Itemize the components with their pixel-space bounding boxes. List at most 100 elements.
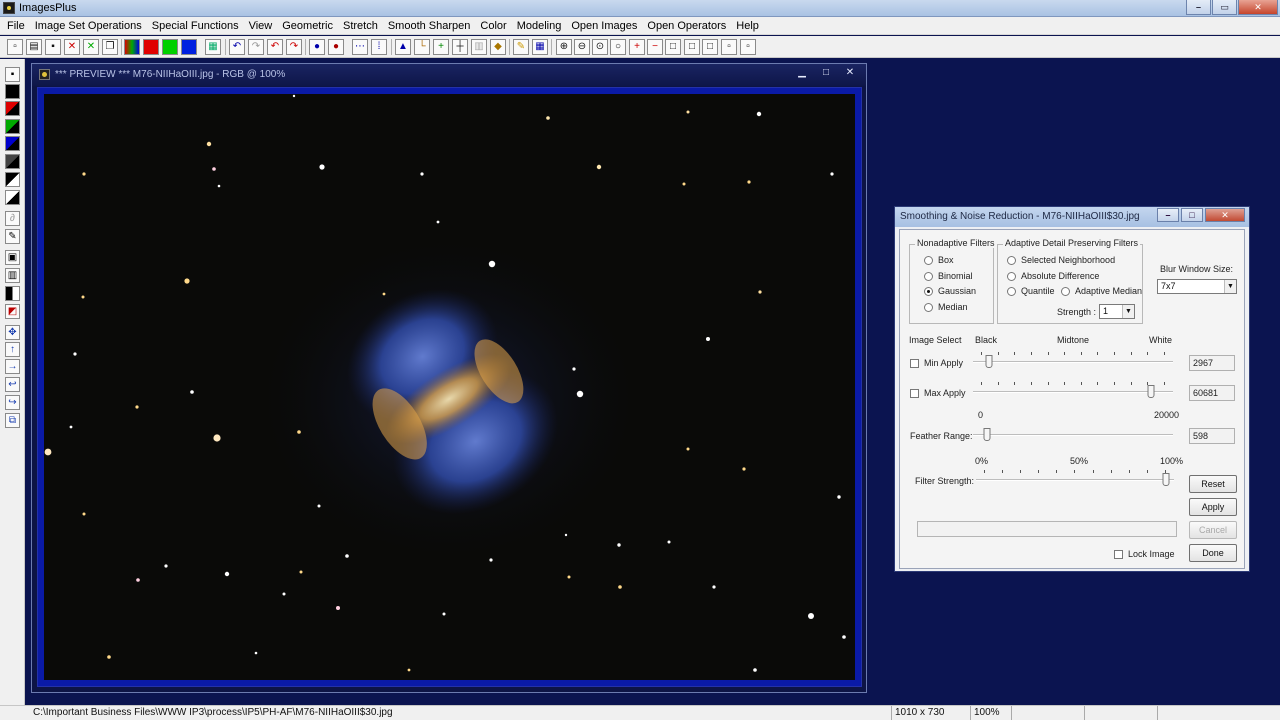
circle-select-2-icon[interactable]: ● <box>328 39 344 55</box>
max-apply-slider[interactable] <box>973 382 1173 400</box>
dots-select-2-icon[interactable]: ⁞ <box>371 39 387 55</box>
radio-gaussian[interactable]: Gaussian <box>924 286 976 296</box>
undo-all-icon[interactable]: ↶ <box>267 39 283 55</box>
black-bar-icon[interactable] <box>5 286 20 301</box>
nebula-image[interactable] <box>44 94 855 680</box>
pencil-icon[interactable]: ✎ <box>5 229 20 244</box>
radio-selected-neighborhood[interactable]: Selected Neighborhood <box>1007 255 1115 265</box>
cancel-button[interactable]: Cancel <box>1189 521 1237 539</box>
histogram-icon[interactable]: ▲ <box>395 39 411 55</box>
mix-icon[interactable] <box>5 154 20 169</box>
zoom-in-box-icon[interactable]: + <box>629 39 645 55</box>
radio-median[interactable]: Median <box>924 302 968 312</box>
window-5-icon[interactable]: ▫ <box>740 39 756 55</box>
min-apply-slider-thumb[interactable] <box>985 355 993 368</box>
radio-adaptive-median[interactable]: Adaptive Median <box>1061 286 1142 296</box>
green-channel-icon[interactable] <box>162 39 178 55</box>
blue-black-icon[interactable] <box>5 136 20 151</box>
menu-smooth-sharpen[interactable]: Smooth Sharpen <box>383 20 476 32</box>
min-apply-slider[interactable] <box>973 352 1173 370</box>
dialog-maximize-button[interactable]: □ <box>1181 208 1203 222</box>
filter-strength-slider[interactable] <box>976 470 1174 488</box>
arrow-turn-icon[interactable]: ↪ <box>5 395 20 410</box>
window-1-icon[interactable]: □ <box>665 39 681 55</box>
black-white-icon[interactable] <box>5 172 20 187</box>
app-close-button[interactable]: ✕ <box>1238 0 1278 15</box>
bars-icon[interactable]: ▥ <box>5 268 20 283</box>
preview-maximize-button[interactable]: □ <box>815 66 837 80</box>
lock-image-checkbox[interactable]: Lock Image <box>1114 549 1175 559</box>
blur-window-size-select[interactable]: 7x7 ▼ <box>1157 279 1237 294</box>
zoom-100-icon[interactable]: ○ <box>610 39 626 55</box>
feather-range-slider[interactable] <box>973 425 1173 443</box>
radio-absolute-difference[interactable]: Absolute Difference <box>1007 271 1099 281</box>
preview-title-bar[interactable]: *** PREVIEW *** M76-NIIHaOIII.jpg - RGB … <box>32 64 866 86</box>
arrow-back-icon[interactable]: ↩ <box>5 377 20 392</box>
preview-close-button[interactable]: ✕ <box>839 66 861 80</box>
gamma-icon[interactable]: ∂ <box>5 211 20 226</box>
radio-binomial[interactable]: Binomial <box>924 271 973 281</box>
strength-select[interactable]: 1 ▼ <box>1099 304 1135 319</box>
apply-button[interactable]: Apply <box>1189 498 1237 516</box>
min-apply-checkbox[interactable]: Min Apply <box>910 358 963 368</box>
app-maximize-button[interactable]: ▭ <box>1212 0 1237 15</box>
radio-box[interactable]: Box <box>924 255 954 265</box>
black-square-icon[interactable] <box>5 84 20 99</box>
rgb-channels-icon[interactable] <box>124 39 140 55</box>
palette-icon[interactable]: ◆ <box>490 39 506 55</box>
zoom-out-box-icon[interactable]: − <box>647 39 663 55</box>
menu-open-operators[interactable]: Open Operators <box>642 20 731 32</box>
save-icon[interactable]: ▪ <box>45 39 61 55</box>
crosshair-icon[interactable]: ┼ <box>452 39 468 55</box>
levels-icon[interactable]: └ <box>414 39 430 55</box>
green-black-icon[interactable] <box>5 119 20 134</box>
stack-icon[interactable]: ⧉ <box>5 413 20 428</box>
done-button[interactable]: Done <box>1189 544 1237 562</box>
window-4-icon[interactable]: ▫ <box>721 39 737 55</box>
copy-icon[interactable]: ❐ <box>102 39 118 55</box>
dialog-minimize-button[interactable]: – <box>1157 208 1179 222</box>
menu-special-functions[interactable]: Special Functions <box>147 20 244 32</box>
menu-modeling[interactable]: Modeling <box>512 20 567 32</box>
zoom-out-icon[interactable]: ⊖ <box>574 39 590 55</box>
circle-select-icon[interactable]: ● <box>309 39 325 55</box>
max-apply-slider-thumb[interactable] <box>1147 385 1155 398</box>
redo-all-icon[interactable]: ↷ <box>286 39 302 55</box>
open-folder-icon[interactable]: ▤ <box>26 39 42 55</box>
max-apply-checkbox[interactable]: Max Apply <box>910 388 966 398</box>
dialog-title-bar[interactable]: Smoothing & Noise Reduction - M76-NIIHaO… <box>895 207 1249 227</box>
red-black-icon[interactable] <box>5 101 20 116</box>
dots-select-icon[interactable]: ⋯ <box>352 39 368 55</box>
redo-icon[interactable]: ↷ <box>248 39 264 55</box>
menu-help[interactable]: Help <box>731 20 764 32</box>
move-icon[interactable]: ✥ <box>5 325 20 340</box>
crop-icon[interactable]: ▥ <box>471 39 487 55</box>
min-apply-value[interactable]: 2967 <box>1189 355 1235 371</box>
contrast-icon[interactable] <box>5 190 20 205</box>
feather-range-slider-thumb[interactable] <box>983 428 991 441</box>
select-box-icon[interactable]: ◩ <box>5 304 20 319</box>
arrow-right-icon[interactable]: → <box>5 359 20 374</box>
pencil-icon[interactable]: ✎ <box>513 39 529 55</box>
reset-button[interactable]: Reset <box>1189 475 1237 493</box>
grid-view-icon[interactable]: ▦ <box>532 39 548 55</box>
undo-icon[interactable]: ↶ <box>229 39 245 55</box>
dialog-close-button[interactable]: ✕ <box>1205 208 1245 222</box>
window-2-icon[interactable]: □ <box>684 39 700 55</box>
save-icon[interactable]: ▪ <box>5 67 20 82</box>
menu-geometric[interactable]: Geometric <box>277 20 338 32</box>
feather-range-value[interactable]: 598 <box>1189 428 1235 444</box>
zoom-in-icon[interactable]: ⊕ <box>556 39 572 55</box>
preview-minimize-button[interactable]: ▁ <box>791 66 813 80</box>
zoom-fit-icon[interactable]: ⊙ <box>592 39 608 55</box>
new-file-icon[interactable]: ▫ <box>7 39 23 55</box>
max-apply-value[interactable]: 60681 <box>1189 385 1235 401</box>
menu-stretch[interactable]: Stretch <box>338 20 383 32</box>
arrow-up-icon[interactable]: ↑ <box>5 342 20 357</box>
filter-strength-slider-thumb[interactable] <box>1162 473 1170 486</box>
grid-icon[interactable]: ▦ <box>205 39 221 55</box>
blue-channel-icon[interactable] <box>181 39 197 55</box>
frame-icon[interactable]: ▣ <box>5 250 20 265</box>
close-all-icon[interactable]: ✕ <box>83 39 99 55</box>
red-channel-icon[interactable] <box>143 39 159 55</box>
